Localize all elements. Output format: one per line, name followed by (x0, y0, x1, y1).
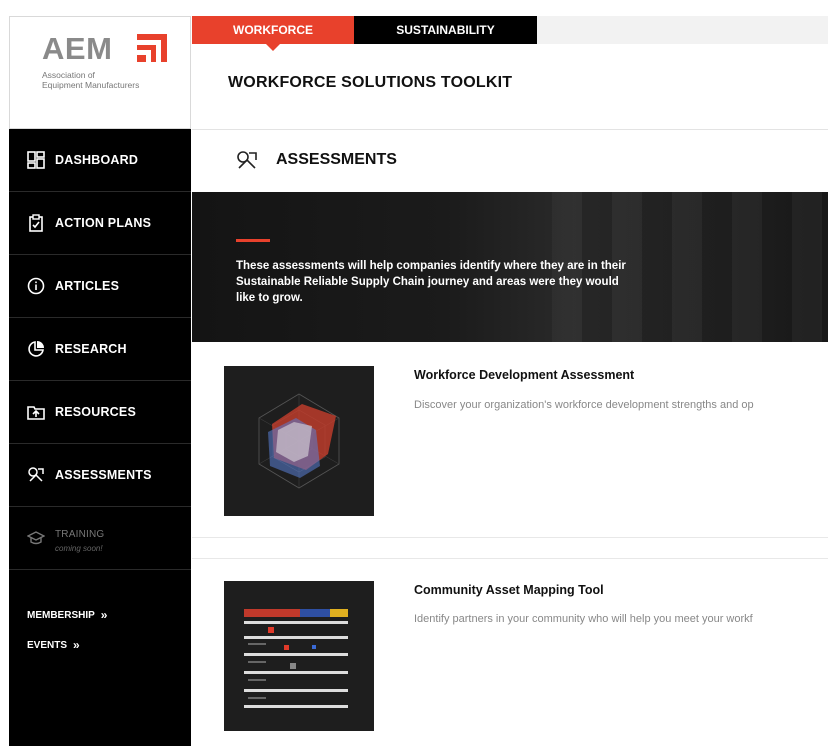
pie-chart-icon (27, 340, 45, 358)
sidebar-links: MEMBERSHIP » EVENTS » (27, 608, 107, 668)
membership-label: MEMBERSHIP (27, 609, 95, 621)
section-title: ASSESSMENTS (276, 151, 397, 168)
sidebar-item-dashboard[interactable]: DASHBOARD (9, 129, 191, 192)
sidebar-item-resources[interactable]: RESOURCES (9, 381, 191, 444)
logo-subtitle-line2: Equipment Manufacturers (42, 80, 140, 90)
logo[interactable]: AEM Association of Equipment Manufacture… (9, 16, 191, 129)
card-title[interactable]: Workforce Development Assessment (414, 368, 634, 382)
sidebar-item-label: DASHBOARD (55, 153, 139, 167)
assessment-icon (236, 150, 258, 170)
logo-mark-icon (137, 34, 167, 62)
graduation-cap-icon (27, 529, 45, 547)
sidebar-nav: DASHBOARD ACTION PLANS ARTICLES RESEARCH… (9, 129, 191, 570)
sidebar-item-label: ASSESSMENTS (55, 468, 152, 482)
training-label-group: TRAINING coming soon! (55, 524, 104, 553)
logo-text: AEM (42, 31, 113, 66)
asset-map-thumbnail[interactable] (224, 581, 374, 731)
banner-accent-line (236, 239, 270, 242)
assessment-card-workforce[interactable]: Workforce Development Assessment Discove… (192, 342, 828, 538)
card-description: Discover your organization's workforce d… (414, 399, 754, 411)
logo-subtitle-line1: Association of (42, 70, 95, 80)
tab-sustainability[interactable]: SUSTAINABILITY (354, 16, 537, 44)
sidebar-item-articles[interactable]: ARTICLES (9, 255, 191, 318)
sidebar-item-label: ACTION PLANS (55, 216, 152, 230)
sidebar-item-label: TRAINING (55, 528, 105, 540)
card-description: Identify partners in your community who … (414, 613, 753, 625)
sidebar-item-assessments[interactable]: ASSESSMENTS (9, 444, 191, 507)
sidebar-item-action-plans[interactable]: ACTION PLANS (9, 192, 191, 255)
hero-banner: These assessments will help companies id… (192, 192, 828, 342)
membership-link[interactable]: MEMBERSHIP » (27, 608, 107, 622)
chevron-double-right-icon: » (73, 638, 80, 652)
chevron-double-right-icon: » (100, 608, 108, 622)
folder-icon (27, 403, 45, 421)
radar-chart-thumbnail[interactable] (224, 366, 374, 516)
events-link[interactable]: EVENTS » (27, 638, 107, 652)
page-title: WORKFORCE SOLUTIONS TOOLKIT (228, 74, 513, 91)
dashboard-icon (27, 151, 45, 169)
top-tabbar: WORKFORCE SUSTAINABILITY (192, 16, 828, 51)
info-icon (27, 277, 45, 295)
clipboard-icon (27, 214, 45, 232)
sidebar: AEM Association of Equipment Manufacture… (9, 16, 191, 746)
assessment-icon (27, 466, 45, 484)
sidebar-item-label: RESOURCES (55, 405, 136, 419)
assessment-card-community[interactable]: Community Asset Mapping Tool Identify pa… (192, 558, 828, 746)
banner-text: These assessments will help companies id… (236, 260, 626, 304)
logo-subtitle: Association of Equipment Manufacturers (42, 70, 182, 90)
asset-map-image (244, 609, 348, 708)
header-divider (192, 129, 828, 130)
section-header: ASSESSMENTS (236, 150, 397, 170)
events-label: EVENTS (27, 639, 68, 651)
radar-chart-image (258, 393, 340, 489)
sidebar-item-label: ARTICLES (55, 279, 120, 293)
sidebar-item-research[interactable]: RESEARCH (9, 318, 191, 381)
sidebar-item-label: RESEARCH (55, 342, 127, 356)
card-title[interactable]: Community Asset Mapping Tool (414, 583, 604, 597)
tab-workforce[interactable]: WORKFORCE (192, 16, 354, 51)
coming-soon-label: coming soon! (55, 543, 103, 553)
sidebar-item-training: TRAINING coming soon! (9, 507, 191, 570)
